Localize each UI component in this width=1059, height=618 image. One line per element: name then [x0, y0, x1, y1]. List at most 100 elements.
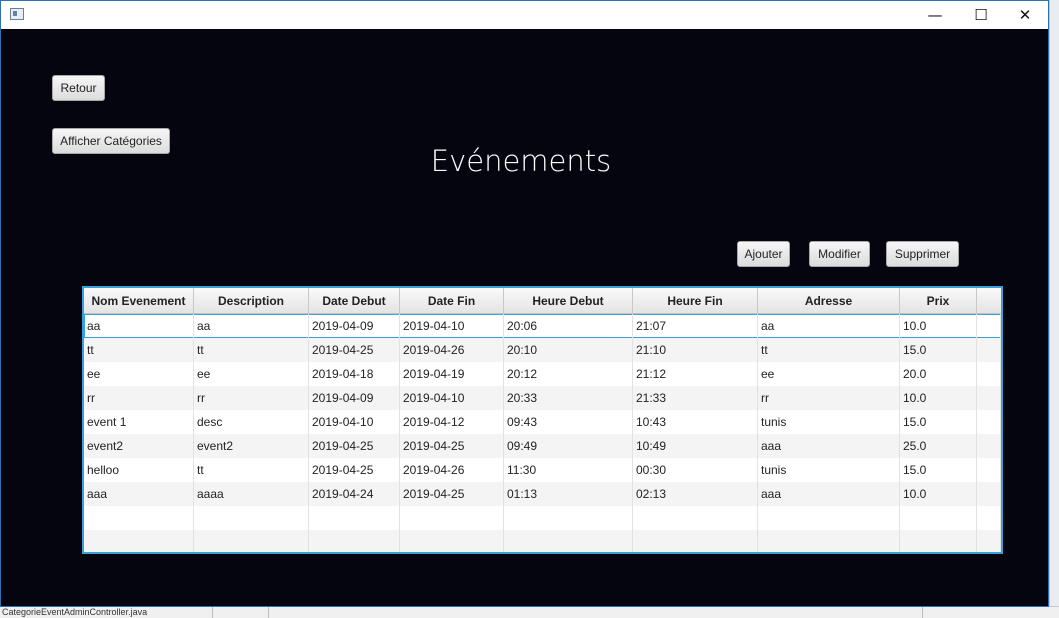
cell-nom: rr: [84, 386, 194, 410]
cell-date-debut: 2019-04-09: [309, 314, 400, 338]
cell-prix: 15.0: [900, 458, 977, 482]
cell-date-fin: 2019-04-10: [400, 314, 504, 338]
empty-cell: [758, 506, 900, 530]
cell-nom: event 1: [84, 410, 194, 434]
cell-date-fin: 2019-04-26: [400, 338, 504, 362]
column-header-description[interactable]: Description: [194, 288, 309, 313]
cell-nom: event2: [84, 434, 194, 458]
empty-cell: [194, 530, 309, 552]
table-row[interactable]: aaa aaaa 2019-04-24 2019-04-25 01:13 02:13 aaa…: [84, 482, 1001, 506]
cell-date-debut: 2019-04-25: [309, 458, 400, 482]
column-header-heure-fin[interactable]: Heure Fin: [633, 288, 758, 313]
close-button[interactable]: ✕: [1002, 1, 1048, 29]
back-button[interactable]: Retour: [52, 75, 105, 101]
cell-heure-fin: 21:10: [633, 338, 758, 362]
empty-cell: [900, 530, 977, 552]
edit-button[interactable]: Modifier: [809, 241, 870, 267]
ide-divider: [268, 607, 269, 618]
empty-cell: [194, 506, 309, 530]
cell-nom: aa: [84, 314, 194, 338]
cell-adresse: ee: [758, 362, 900, 386]
empty-cell: [633, 506, 758, 530]
cell-date-fin: 2019-04-26: [400, 458, 504, 482]
events-table[interactable]: Nom Evenement Description Date Debut Dat…: [82, 286, 1003, 554]
table-row[interactable]: ee ee 2019-04-18 2019-04-19 20:12 21:12 ee 20.0: [84, 362, 1001, 386]
empty-cell: [977, 434, 1001, 458]
cell-adresse: tunis: [758, 410, 900, 434]
empty-cell: [900, 506, 977, 530]
table-header: Nom Evenement Description Date Debut Dat…: [84, 288, 1001, 314]
title-bar[interactable]: — ☐ ✕: [1, 1, 1048, 29]
table-row[interactable]: helloo tt 2019-04-25 2019-04-26 11:30 00:30 tu…: [84, 458, 1001, 482]
empty-cell: [758, 530, 900, 552]
cell-date-debut: 2019-04-25: [309, 434, 400, 458]
cell-adresse: rr: [758, 386, 900, 410]
cell-nom: ee: [84, 362, 194, 386]
cell-adresse: tunis: [758, 458, 900, 482]
column-header-date-fin[interactable]: Date Fin: [400, 288, 504, 313]
empty-cell: [84, 530, 194, 552]
column-header-adresse[interactable]: Adresse: [758, 288, 900, 313]
ide-divider: [212, 607, 213, 618]
cell-description: aa: [194, 314, 309, 338]
cell-description: event2: [194, 434, 309, 458]
table-row[interactable]: tt tt 2019-04-25 2019-04-26 20:10 21:10 tt 15.0: [84, 338, 1001, 362]
cell-heure-debut: 11:30: [504, 458, 633, 482]
cell-date-debut: 2019-04-24: [309, 482, 400, 506]
cell-date-debut: 2019-04-18: [309, 362, 400, 386]
cell-prix: 15.0: [900, 410, 977, 434]
ide-divider: [922, 607, 923, 618]
table-row[interactable]: event 1 desc 2019-04-10 2019-04-12 09:43 10:4…: [84, 410, 1001, 434]
cell-date-fin: 2019-04-25: [400, 434, 504, 458]
cell-heure-fin: 00:30: [633, 458, 758, 482]
empty-cell: [977, 458, 1001, 482]
cell-date-fin: 2019-04-12: [400, 410, 504, 434]
app-window: — ☐ ✕ Retour Afficher Catégories Evéneme…: [0, 0, 1049, 607]
cell-nom: tt: [84, 338, 194, 362]
delete-button[interactable]: Supprimer: [886, 241, 959, 267]
cell-heure-fin: 02:13: [633, 482, 758, 506]
column-header-nom[interactable]: Nom Evenement: [84, 288, 194, 313]
cell-heure-fin: 21:12: [633, 362, 758, 386]
cell-description: tt: [194, 338, 309, 362]
show-categories-button[interactable]: Afficher Catégories: [52, 128, 170, 154]
maximize-button[interactable]: ☐: [958, 1, 1004, 29]
empty-cell: [977, 506, 1001, 530]
cell-date-fin: 2019-04-10: [400, 386, 504, 410]
cell-description: ee: [194, 362, 309, 386]
table-row[interactable]: aa aa 2019-04-09 2019-04-10 20:06 21:07 aa 10.0: [84, 314, 1001, 338]
cell-description: aaaa: [194, 482, 309, 506]
cell-heure-debut: 20:06: [504, 314, 633, 338]
cell-prix: 20.0: [900, 362, 977, 386]
table-row[interactable]: event2 event2 2019-04-25 2019-04-25 09:49 10:…: [84, 434, 1001, 458]
minimize-button[interactable]: —: [912, 1, 958, 29]
column-header-prix[interactable]: Prix: [900, 288, 977, 313]
empty-table-row: [84, 530, 1001, 552]
table-row[interactable]: rr rr 2019-04-09 2019-04-10 20:33 21:33 rr 10.0: [84, 386, 1001, 410]
cell-date-fin: 2019-04-25: [400, 482, 504, 506]
cell-heure-fin: 21:07: [633, 314, 758, 338]
ide-file-tab: CategorieEventAdminController.java: [2, 607, 148, 617]
cell-adresse: tt: [758, 338, 900, 362]
cell-heure-fin: 10:49: [633, 434, 758, 458]
empty-cell: [309, 530, 400, 552]
empty-cell: [977, 314, 1001, 338]
cell-date-debut: 2019-04-09: [309, 386, 400, 410]
empty-cell: [309, 506, 400, 530]
cell-prix: 15.0: [900, 338, 977, 362]
cell-date-fin: 2019-04-19: [400, 362, 504, 386]
empty-cell: [977, 338, 1001, 362]
cell-heure-fin: 21:33: [633, 386, 758, 410]
cell-description: rr: [194, 386, 309, 410]
column-header-heure-debut[interactable]: Heure Debut: [504, 288, 633, 313]
ide-side-panel: [1049, 0, 1059, 606]
cell-prix: 25.0: [900, 434, 977, 458]
cell-nom: helloo: [84, 458, 194, 482]
add-button[interactable]: Ajouter: [737, 241, 790, 267]
cell-heure-debut: 20:10: [504, 338, 633, 362]
cell-prix: 10.0: [900, 314, 977, 338]
empty-table-row: [84, 506, 1001, 530]
cell-description: tt: [194, 458, 309, 482]
empty-cell: [977, 386, 1001, 410]
column-header-date-debut[interactable]: Date Debut: [309, 288, 400, 313]
